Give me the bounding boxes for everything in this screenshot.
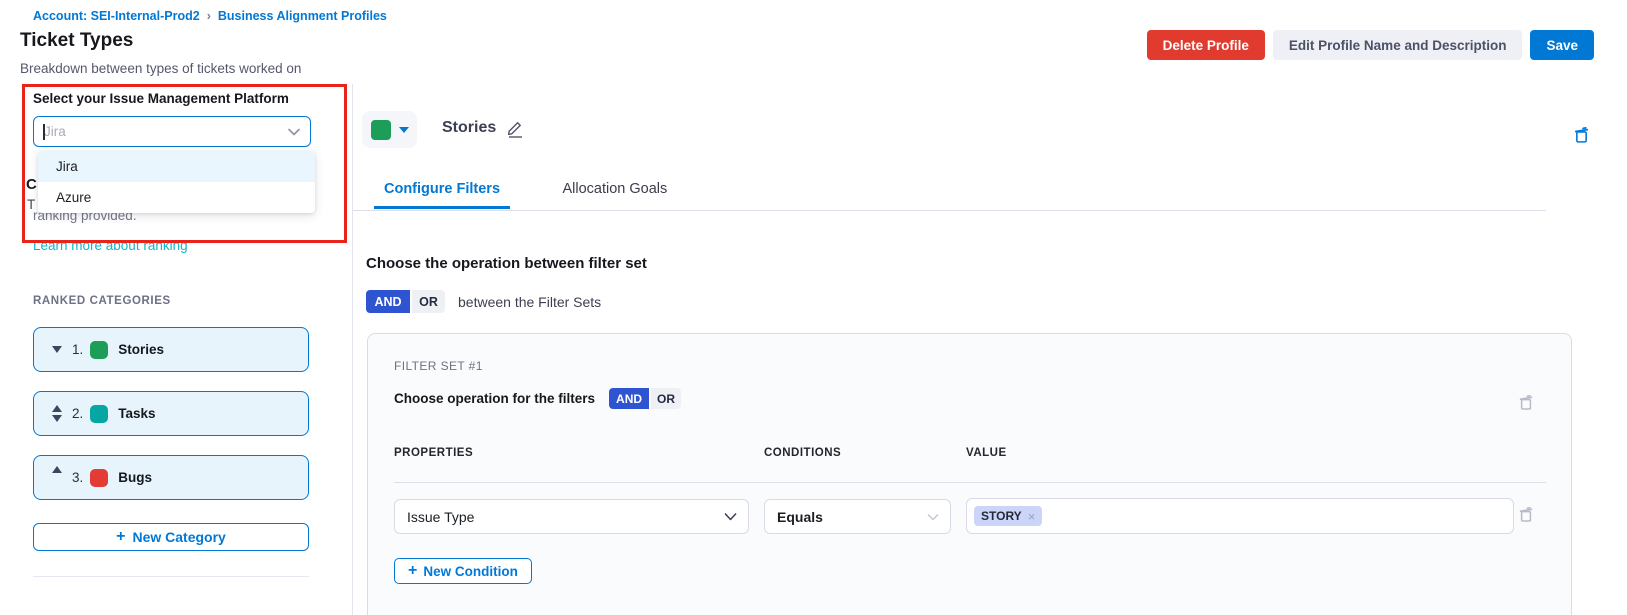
page-subtitle: Breakdown between types of tickets worke… xyxy=(20,61,301,76)
category-color-swatch xyxy=(90,405,108,423)
category-card-tasks[interactable]: 2. Tasks xyxy=(33,391,309,436)
chevron-down-icon xyxy=(927,513,939,521)
edit-pencil-icon[interactable] xyxy=(506,119,525,138)
condition-select-value: Equals xyxy=(765,509,927,525)
breadcrumb-account-link[interactable]: Account: SEI-Internal-Prod2 xyxy=(33,9,200,23)
dropdown-option-jira[interactable]: Jira xyxy=(38,151,315,182)
category-color-dropdown[interactable] xyxy=(362,111,417,148)
filters-or-toggle[interactable]: OR xyxy=(651,388,681,409)
column-header-properties: PROPERTIES xyxy=(394,447,473,459)
sort-up-down-icon[interactable] xyxy=(49,405,65,422)
column-header-divider xyxy=(394,482,1546,483)
value-tag-label: STORY xyxy=(981,509,1022,523)
platform-select[interactable] xyxy=(33,116,311,147)
chevron-down-icon xyxy=(724,512,737,521)
delete-filter-set-icon[interactable] xyxy=(1518,394,1534,411)
obscured-heading-partial: C xyxy=(26,176,37,193)
category-color-swatch xyxy=(90,341,108,359)
breadcrumb-separator: › xyxy=(207,9,211,23)
breadcrumb-section-link[interactable]: Business Alignment Profiles xyxy=(218,9,387,23)
category-card-bugs[interactable]: 3. Bugs xyxy=(33,455,309,500)
column-header-conditions: CONDITIONS xyxy=(764,447,841,459)
filters-and-toggle[interactable]: AND xyxy=(609,388,649,409)
category-rank: 3. xyxy=(72,470,83,485)
sidebar-divider-vertical xyxy=(352,84,353,615)
new-category-button[interactable]: + New Category xyxy=(33,523,309,551)
caret-down-icon xyxy=(399,127,409,133)
breadcrumb: Account: SEI-Internal-Prod2 › Business Ali… xyxy=(33,9,387,23)
category-name: Stories xyxy=(118,342,164,357)
ranked-categories-heading: RANKED CATEGORIES xyxy=(33,295,171,307)
category-color-swatch xyxy=(90,469,108,487)
platform-select-label: Select your Issue Management Platform xyxy=(33,91,289,106)
property-select[interactable]: Issue Type xyxy=(394,499,749,534)
sidebar-bottom-divider xyxy=(33,576,309,577)
tab-configure-filters[interactable]: Configure Filters xyxy=(374,170,510,209)
filter-set-card: FILTER SET #1 Choose operation for the f… xyxy=(367,333,1572,615)
sort-down-icon[interactable] xyxy=(49,346,65,353)
color-swatch xyxy=(371,120,391,140)
filter-set-operation-toggle: AND OR between the Filter Sets xyxy=(366,290,601,313)
ticket-types-page: Account: SEI-Internal-Prod2 › Business Ali… xyxy=(0,0,1627,615)
filter-set-label: FILTER SET #1 xyxy=(394,359,483,373)
column-header-value: VALUE xyxy=(966,447,1007,459)
edit-profile-button[interactable]: Edit Profile Name and Description xyxy=(1273,30,1523,60)
property-select-value: Issue Type xyxy=(395,509,724,525)
category-name: Bugs xyxy=(118,470,152,485)
tab-bar: Configure Filters Allocation Goals xyxy=(353,170,1546,211)
new-category-label: New Category xyxy=(132,529,225,545)
or-toggle[interactable]: OR xyxy=(412,290,445,313)
category-title: Stories xyxy=(442,119,496,137)
category-rank: 1. xyxy=(72,342,83,357)
platform-dropdown-menu: Jira Azure xyxy=(38,151,315,213)
value-multiselect-input[interactable]: STORY × xyxy=(966,498,1514,534)
delete-category-icon[interactable] xyxy=(1573,126,1590,144)
filters-operation-row: Choose operation for the filters AND OR xyxy=(394,388,681,409)
value-tag-story: STORY × xyxy=(974,506,1042,526)
learn-more-ranking-link[interactable]: Learn more about ranking xyxy=(33,238,188,253)
sort-up-icon[interactable] xyxy=(49,466,65,473)
toggle-caption: between the Filter Sets xyxy=(458,294,601,310)
tab-allocation-goals[interactable]: Allocation Goals xyxy=(552,170,677,209)
chevron-down-icon xyxy=(288,128,300,136)
text-cursor xyxy=(43,124,45,140)
delete-condition-icon[interactable] xyxy=(1518,506,1534,523)
category-card-stories[interactable]: 1. Stories xyxy=(33,327,309,372)
tag-close-icon[interactable]: × xyxy=(1028,510,1036,523)
plus-icon: + xyxy=(408,563,417,579)
new-condition-label: New Condition xyxy=(423,564,518,579)
save-button[interactable]: Save xyxy=(1530,30,1594,60)
platform-select-input[interactable] xyxy=(34,124,288,139)
plus-icon: + xyxy=(116,529,125,545)
filters-operation-label: Choose operation for the filters xyxy=(394,391,595,406)
and-toggle[interactable]: AND xyxy=(366,290,410,313)
new-condition-button[interactable]: + New Condition xyxy=(394,558,532,584)
page-title: Ticket Types xyxy=(20,30,133,52)
condition-select[interactable]: Equals xyxy=(764,499,951,534)
filter-operation-heading: Choose the operation between filter set xyxy=(366,255,647,272)
category-name: Tasks xyxy=(118,406,155,421)
header-actions: Delete Profile Edit Profile Name and Des… xyxy=(1147,30,1594,60)
category-rank: 2. xyxy=(72,406,83,421)
delete-profile-button[interactable]: Delete Profile xyxy=(1147,30,1265,60)
dropdown-option-azure[interactable]: Azure xyxy=(38,182,315,213)
